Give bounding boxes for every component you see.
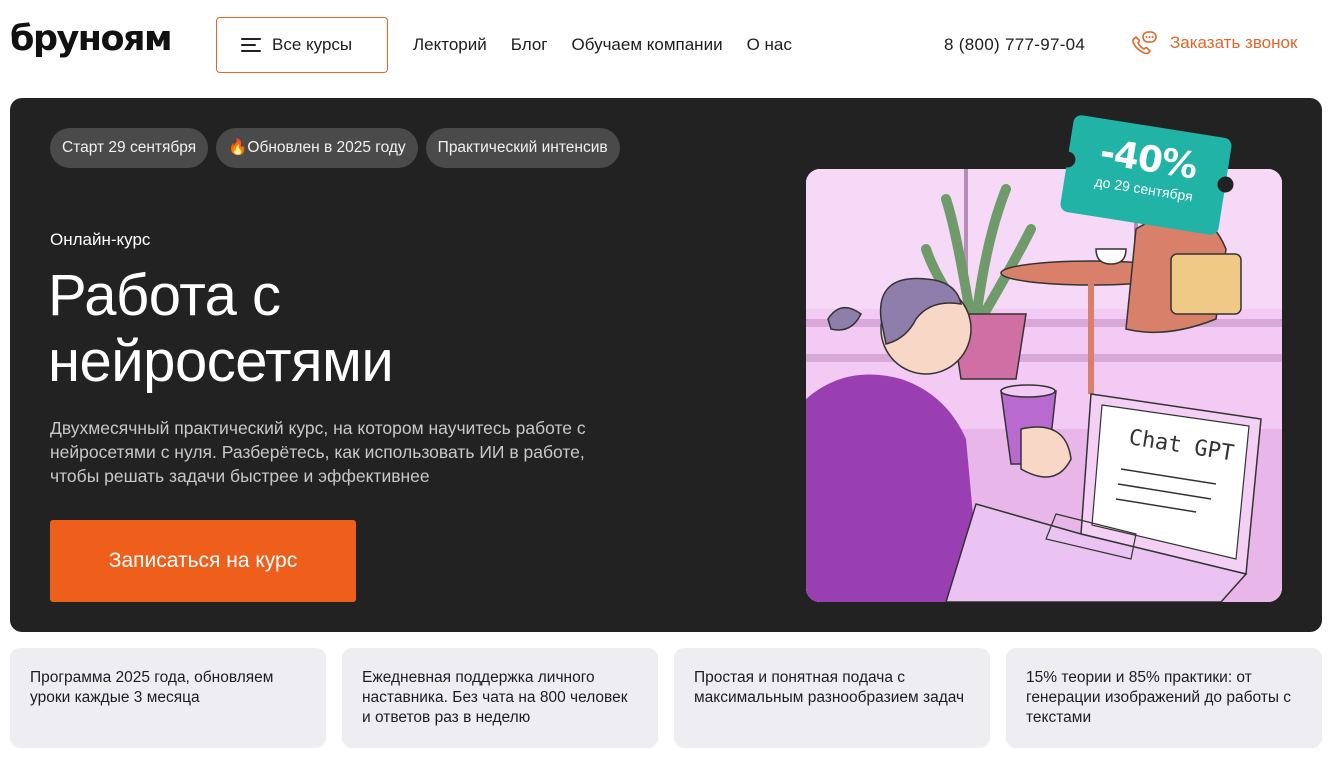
nav-link-companies[interactable]: Обучаем компании	[571, 34, 722, 56]
feature-card-mentor: Ежедневная поддержка личного наставника.…	[342, 648, 658, 748]
tag-practical: Практический интенсив	[425, 128, 620, 168]
hero-banner: Старт 29 сентября 🔥Обновлен в 2025 году …	[10, 98, 1322, 632]
nav-link-lectorium[interactable]: Лекторий	[413, 34, 487, 56]
logo[interactable]: бруноям	[10, 17, 173, 61]
nav-link-about[interactable]: О нас	[747, 34, 792, 56]
menu-icon	[241, 38, 261, 52]
nav-link-blog[interactable]: Блог	[511, 34, 548, 56]
all-courses-button[interactable]: Все курсы	[216, 17, 388, 73]
page-title: Работа с нейросетями	[48, 263, 608, 395]
title-line-2: нейросетями	[48, 329, 394, 394]
title-line-1: Работа с	[48, 263, 281, 328]
course-kind: Онлайн-курс	[50, 230, 151, 249]
enroll-button[interactable]: Записаться на курс	[50, 520, 356, 602]
callback-label: Заказать звонок	[1170, 33, 1298, 52]
tag-start-date: Старт 29 сентября	[50, 128, 209, 168]
feature-cards: Программа 2025 года, обновляем уроки каж…	[10, 648, 1322, 748]
course-description: Двухмесячный практический курс, на котор…	[50, 418, 586, 486]
phone-number[interactable]: 8 (800) 777-97-04	[944, 34, 1085, 56]
feature-card-practice: 15% теории и 85% практики: от генерации …	[1006, 648, 1322, 748]
site-header: бруноям Все курсы Лекторий Блог Обучаем …	[0, 0, 1335, 90]
phone-chat-icon	[1132, 31, 1157, 55]
feature-card-program: Программа 2025 года, обновляем уроки каж…	[10, 648, 326, 748]
tag-updated: 🔥Обновлен в 2025 году	[216, 128, 418, 168]
main-nav: Лекторий Блог Обучаем компании О нас	[413, 34, 816, 56]
course-tags: Старт 29 сентября 🔥Обновлен в 2025 году …	[50, 128, 628, 168]
all-courses-label: Все курсы	[272, 35, 353, 54]
callback-button[interactable]: Заказать звонок	[1130, 30, 1297, 56]
feature-card-delivery: Простая и понятная подача с максимальным…	[674, 648, 990, 748]
